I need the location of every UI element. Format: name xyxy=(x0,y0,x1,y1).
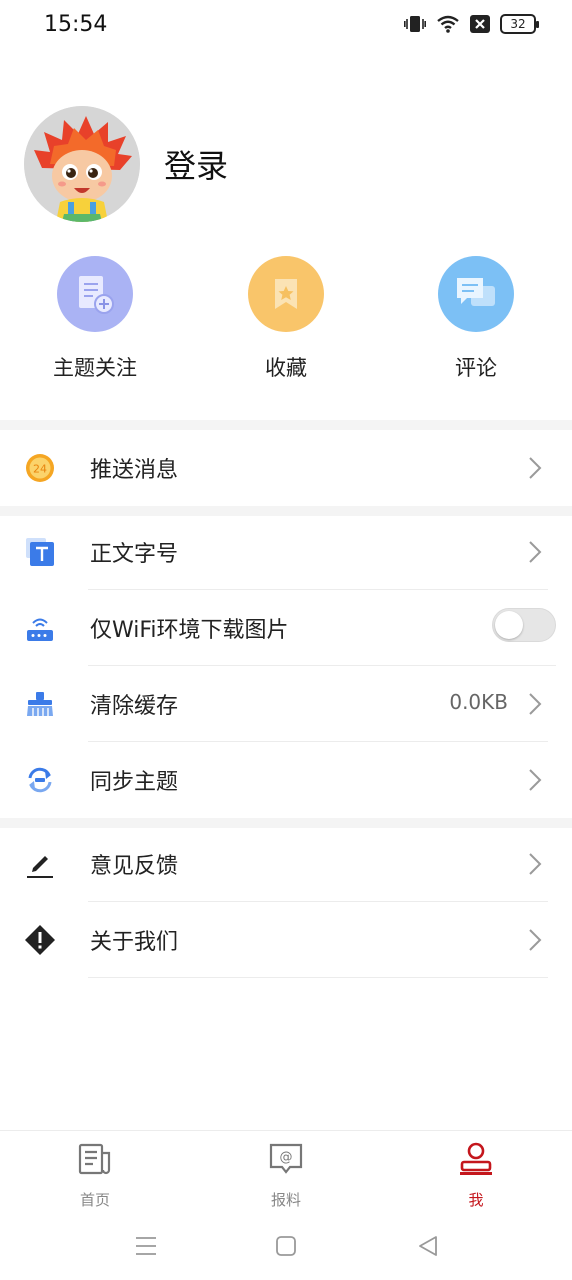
quick-label: 主题关注 xyxy=(53,356,137,380)
settings-wifi-images: 仅WiFi环境下载图片 xyxy=(0,590,572,666)
chevron-right-icon xyxy=(529,853,542,875)
person-icon xyxy=(460,1142,492,1175)
report-icon: @ xyxy=(269,1143,303,1174)
status-icons: 32 xyxy=(404,14,539,34)
quick-topic-follow[interactable]: 主题关注 xyxy=(25,256,165,382)
quick-favorites[interactable]: 收藏 xyxy=(216,256,356,382)
cache-size-value: 0.0KB xyxy=(449,690,508,714)
wifi-icon xyxy=(437,15,459,33)
text-size-icon xyxy=(24,536,56,568)
router-icon xyxy=(24,612,56,644)
chevron-right-icon xyxy=(529,541,542,563)
comment-icon xyxy=(438,256,514,332)
bottom-tab-bar: 首页 @ 报料 我 xyxy=(0,1130,572,1214)
tab-label: 我 xyxy=(468,1191,484,1209)
wifi-images-label: 仅WiFi环境下载图片 xyxy=(90,618,289,643)
menu-icon[interactable] xyxy=(132,1232,160,1260)
sim-off-icon xyxy=(470,15,490,33)
profile-header[interactable]: 登录 xyxy=(24,106,228,222)
settings-font-size[interactable]: 正文字号 xyxy=(0,514,572,590)
login-label[interactable]: 登录 xyxy=(164,141,228,187)
quick-comments[interactable]: 评论 xyxy=(406,256,546,382)
push-label: 推送消息 xyxy=(90,458,179,483)
quick-actions: 主题关注 收藏 评论 xyxy=(0,256,572,386)
settings-clear-cache[interactable]: 清除缓存 0.0KB xyxy=(0,666,572,742)
row-divider xyxy=(88,977,548,978)
back-triangle-icon[interactable] xyxy=(414,1232,442,1260)
chevron-right-icon xyxy=(529,929,542,951)
svg-text:@: @ xyxy=(280,1150,293,1165)
bookmark-icon xyxy=(248,256,324,332)
clear-cache-label: 清除缓存 xyxy=(90,694,179,719)
add-topic-icon xyxy=(57,256,133,332)
quick-label: 收藏 xyxy=(265,356,307,380)
settings-about-us[interactable]: 关于我们 xyxy=(0,902,572,978)
section-divider xyxy=(0,420,572,430)
toggle-knob xyxy=(495,611,523,639)
battery-icon: 32 xyxy=(500,14,539,34)
tab-label: 首页 xyxy=(79,1191,110,1209)
broom-icon xyxy=(24,688,56,720)
feedback-label: 意见反馈 xyxy=(90,854,179,879)
sync-theme-label: 同步主题 xyxy=(90,770,179,795)
svg-text:24: 24 xyxy=(33,463,47,476)
about-label: 关于我们 xyxy=(90,930,179,955)
quick-label: 评论 xyxy=(455,356,497,380)
tab-report[interactable]: @ 报料 xyxy=(226,1141,346,1210)
chevron-right-icon xyxy=(529,769,542,791)
settings-sync-theme[interactable]: 同步主题 xyxy=(0,742,572,818)
system-nav-bar xyxy=(0,1214,572,1280)
mascot-avatar[interactable] xyxy=(24,106,140,222)
home-square-icon[interactable] xyxy=(272,1232,300,1260)
chevron-right-icon xyxy=(529,457,542,479)
info-diamond-icon xyxy=(24,924,56,956)
chevron-right-icon xyxy=(529,693,542,715)
wifi-images-toggle[interactable] xyxy=(492,608,556,642)
push-24-icon: 24 xyxy=(24,452,56,484)
tab-label: 报料 xyxy=(270,1191,301,1209)
font-size-label: 正文字号 xyxy=(90,542,179,567)
status-time: 15:54 xyxy=(44,12,108,37)
sync-icon xyxy=(24,764,56,796)
vibrate-icon xyxy=(404,16,426,32)
settings-push-messages[interactable]: 24 推送消息 xyxy=(0,430,572,506)
settings-feedback[interactable]: 意见反馈 xyxy=(0,826,572,902)
pencil-icon xyxy=(24,848,56,880)
tab-me[interactable]: 我 xyxy=(416,1141,536,1210)
status-bar: 15:54 32 xyxy=(0,0,572,52)
tab-home[interactable]: 首页 xyxy=(35,1141,155,1210)
newspaper-icon xyxy=(78,1143,111,1175)
